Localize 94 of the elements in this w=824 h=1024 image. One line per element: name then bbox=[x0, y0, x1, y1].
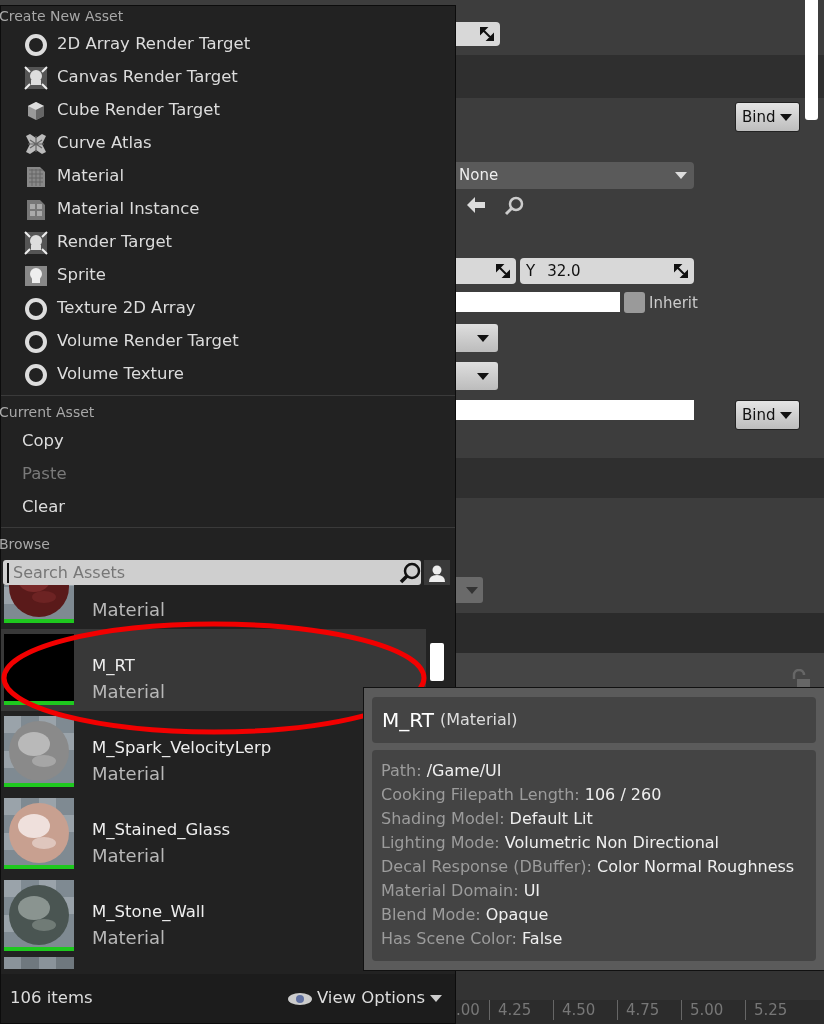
section-heading: Create New Asset bbox=[0, 7, 125, 26]
asset-name: M_Stone_Wall bbox=[92, 901, 205, 923]
status-bar bbox=[4, 701, 74, 705]
eye-icon bbox=[286, 991, 313, 1006]
resize-icon bbox=[480, 27, 494, 41]
caret-icon bbox=[476, 333, 490, 343]
person-button[interactable] bbox=[424, 560, 450, 585]
property-line: Cooking Filepath Length: 106 / 260 bbox=[381, 784, 663, 806]
grid-icon bbox=[24, 197, 48, 222]
vector-field[interactable] bbox=[456, 258, 516, 284]
menu-item[interactable]: Texture 2D Array bbox=[1, 292, 455, 325]
back-arrow-icon bbox=[466, 196, 486, 214]
menu-item[interactable]: Render Target bbox=[1, 226, 455, 259]
brush-dropdown[interactable]: None bbox=[456, 162, 694, 189]
search-field[interactable]: Search Assets bbox=[7, 562, 399, 583]
item-count: 106 items bbox=[10, 987, 93, 1010]
status-bar bbox=[4, 865, 74, 869]
status-bar bbox=[4, 619, 74, 623]
status-bar bbox=[4, 783, 74, 787]
asset-type: Material bbox=[92, 680, 166, 704]
resize-icon bbox=[496, 264, 510, 278]
ring-icon bbox=[24, 32, 48, 57]
asset-row[interactable]: M_Stone_Wall Material bbox=[1, 875, 359, 957]
grid-icon bbox=[24, 164, 48, 189]
caret-icon bbox=[429, 994, 443, 1003]
asset-row[interactable]: M_Spark_VelocityLerp Material bbox=[1, 711, 359, 793]
status-bar bbox=[4, 947, 74, 951]
checkbox[interactable] bbox=[624, 292, 645, 313]
dropdown[interactable] bbox=[456, 362, 498, 390]
caret-icon bbox=[778, 410, 793, 420]
tick-label: 5.25 bbox=[745, 1000, 809, 1020]
checker-icon bbox=[24, 131, 48, 156]
scrollbar-thumb[interactable] bbox=[805, 0, 818, 120]
tick-label: 4.25 bbox=[489, 1000, 553, 1020]
dropdown[interactable] bbox=[456, 324, 498, 352]
tick-label: 5.00 bbox=[681, 1000, 745, 1020]
menu-item[interactable]: Copy bbox=[1, 424, 455, 457]
menu-item[interactable]: Material bbox=[1, 160, 455, 193]
sprite-icon bbox=[24, 263, 48, 288]
search-icon bbox=[399, 561, 421, 584]
asset-row[interactable]: Material bbox=[1, 585, 359, 629]
scrollbar-thumb[interactable] bbox=[430, 643, 444, 681]
color-bar[interactable] bbox=[456, 400, 694, 420]
property-line: Decal Response (DBuffer): Color Normal Roughness bbox=[381, 856, 796, 878]
resize-icon bbox=[674, 264, 688, 278]
property-line: Material Domain: UI bbox=[381, 880, 542, 902]
property-line: Shading Model: Default Lit bbox=[381, 808, 594, 830]
asset-name: M_Spark_VelocityLerp bbox=[92, 737, 272, 759]
asset-type: Material bbox=[92, 926, 167, 950]
vector-field[interactable] bbox=[456, 22, 500, 46]
search-icon bbox=[504, 196, 524, 216]
view-options-button[interactable]: View Options bbox=[286, 986, 443, 1011]
person-icon bbox=[428, 563, 446, 582]
ring-icon bbox=[24, 329, 48, 354]
section-heading: Current Asset bbox=[0, 403, 96, 422]
menu-item[interactable]: Curve Atlas bbox=[1, 127, 455, 160]
asset-row[interactable]: M_RT Material bbox=[1, 629, 426, 711]
menu-item[interactable]: Clear bbox=[1, 490, 455, 523]
vector-field[interactable]: Y 32.0 bbox=[520, 258, 694, 284]
ring-icon bbox=[24, 362, 48, 387]
asset-type: Material bbox=[92, 598, 166, 622]
ring-icon bbox=[24, 296, 48, 321]
menu-item[interactable]: Volume Texture bbox=[1, 358, 455, 391]
menu-item[interactable]: Canvas Render Target bbox=[1, 61, 455, 94]
property-line: Path: /Game/UI bbox=[381, 760, 503, 782]
caret-icon bbox=[674, 171, 688, 180]
menu-item[interactable]: Material Instance bbox=[1, 193, 455, 226]
menu-item[interactable]: Volume Render Target bbox=[1, 325, 455, 358]
property-line: Lighting Mode: Volumetric Non Directional bbox=[381, 832, 721, 854]
asset-type: Material bbox=[92, 762, 167, 786]
bind-button[interactable]: Bind bbox=[735, 400, 800, 430]
tooltip-type: (Material) bbox=[439, 709, 518, 731]
checkbox-label: Inherit bbox=[649, 293, 698, 314]
caret-icon bbox=[476, 371, 490, 381]
target-icon bbox=[24, 230, 48, 255]
search-bar[interactable]: Search Assets bbox=[3, 560, 421, 585]
bind-button[interactable]: Bind bbox=[735, 102, 800, 132]
tick-label: .00 bbox=[455, 1000, 481, 1020]
asset-type: Material bbox=[92, 844, 167, 868]
target-icon bbox=[24, 65, 48, 90]
asset-name: M_RT bbox=[92, 655, 136, 677]
menu-item[interactable]: Cube Render Target bbox=[1, 94, 455, 127]
property-line: Blend Mode: Opaque bbox=[381, 904, 550, 926]
tick-label: 4.50 bbox=[553, 1000, 617, 1020]
section-heading: Browse bbox=[0, 535, 51, 554]
property-line: Has Scene Color: False bbox=[381, 928, 564, 950]
menu-item[interactable]: Sprite bbox=[1, 259, 455, 292]
caret-icon bbox=[778, 112, 793, 122]
tick-label: 4.75 bbox=[617, 1000, 681, 1020]
caret-icon bbox=[465, 585, 479, 595]
menu-item[interactable]: 2D Array Render Target bbox=[1, 28, 455, 61]
asset-row[interactable]: M_Stained_Glass Material bbox=[1, 793, 359, 875]
color-bar[interactable] bbox=[456, 292, 620, 312]
asset-name: M_Stained_Glass bbox=[92, 819, 231, 841]
